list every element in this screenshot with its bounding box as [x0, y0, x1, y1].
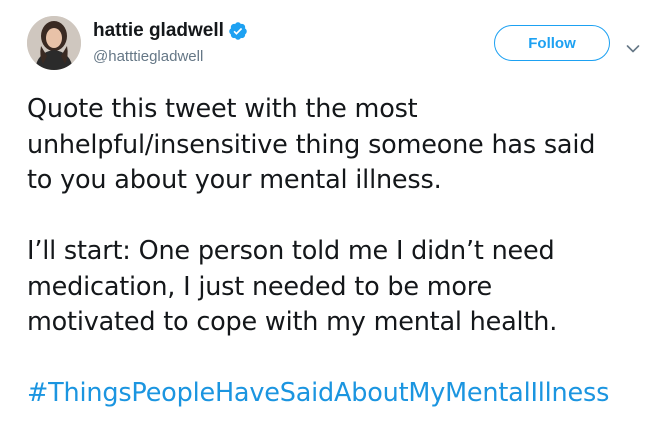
tweet-header: hattie gladwell @hatttiegladwell Follow	[0, 0, 650, 82]
verified-badge-icon	[228, 21, 248, 41]
hashtag-link[interactable]: #ThingsPeopleHaveSaidAboutMyMentalIllnes…	[27, 376, 642, 412]
tweet-text-line: I’ll start: One person told me I didn’t …	[27, 236, 555, 266]
author-name-row: hattie gladwell	[93, 20, 248, 42]
tweet-text: Quote this tweet with the most unhelpful…	[27, 92, 642, 412]
author-display-name[interactable]: hattie gladwell	[93, 20, 224, 42]
author-avatar[interactable]	[27, 16, 81, 70]
tweet-text-line: Quote this tweet with the most	[27, 94, 418, 124]
author-handle[interactable]: @hatttiegladwell	[93, 48, 203, 66]
chevron-down-icon[interactable]	[626, 39, 640, 53]
tweet-card: hattie gladwell @hatttiegladwell Follow …	[0, 0, 650, 444]
avatar-photo-icon	[27, 16, 81, 70]
tweet-text-line: medication, I just needed to be more	[27, 271, 493, 302]
tweet-text-line: motivated to cope with my mental health.	[27, 307, 558, 337]
tweet-text-line: unhelpful/insensitive thing someone has …	[27, 129, 596, 160]
follow-button[interactable]: Follow	[494, 25, 610, 61]
tweet-text-line: to you about your mental illness.	[27, 165, 442, 195]
